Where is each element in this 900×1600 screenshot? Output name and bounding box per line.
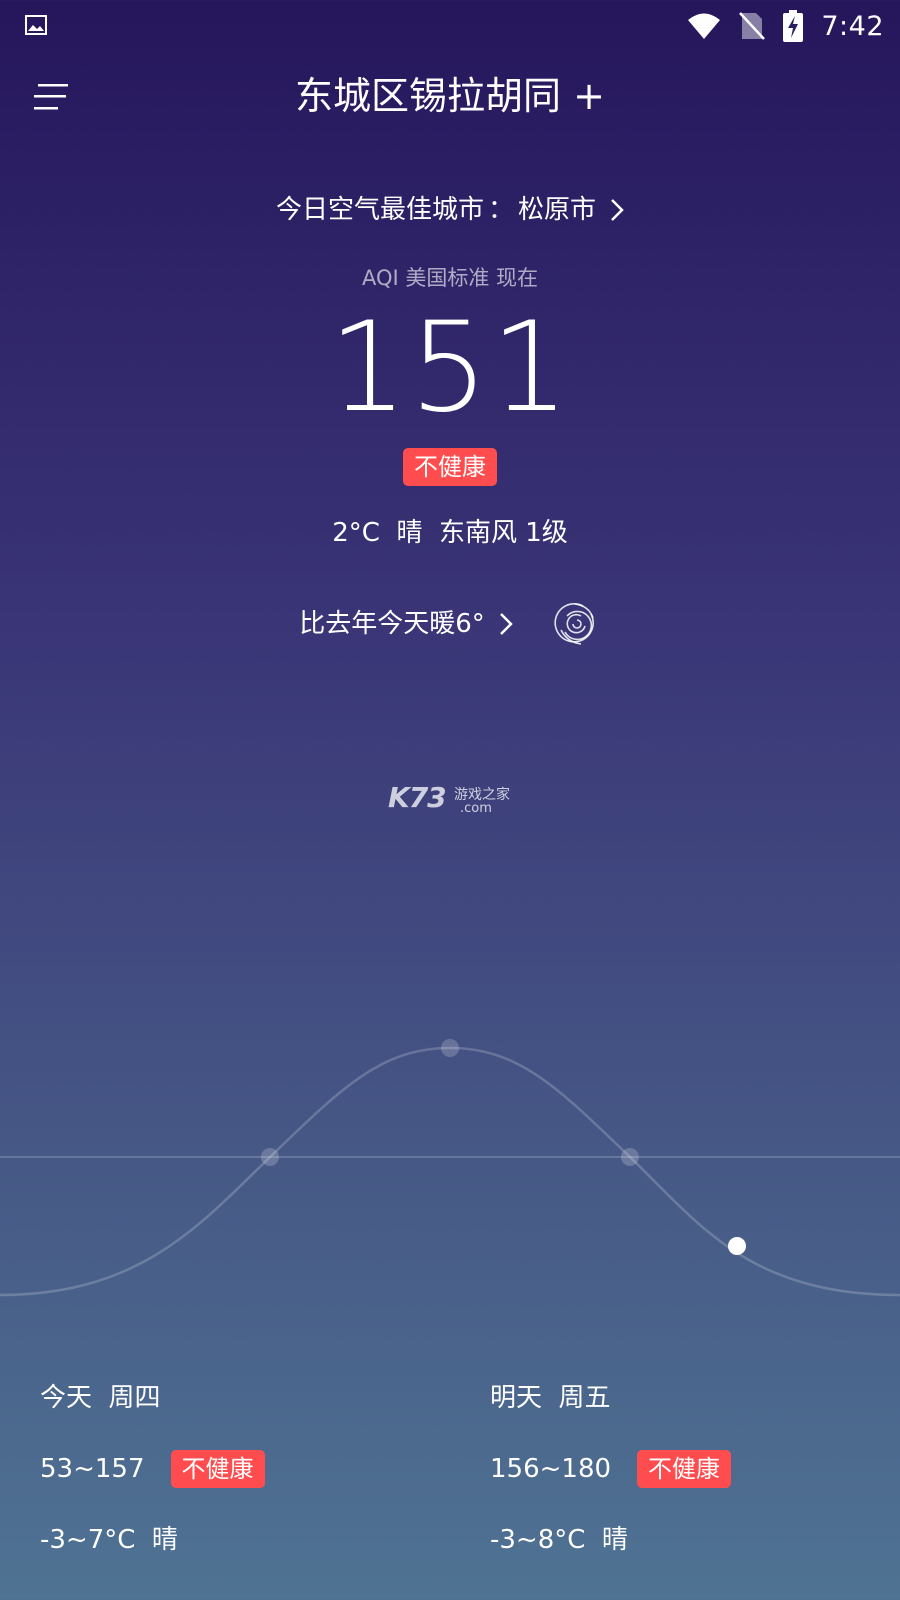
best-city-link[interactable]: 今日空气最佳城市 ： 松原市	[0, 190, 900, 230]
forecast-day: 明天 周五	[490, 1383, 611, 1413]
aqi-label: AQI 美国标准 现在	[361, 266, 539, 290]
location-title[interactable]: 东城区锡拉胡同 +	[150, 68, 750, 124]
best-city-name: 松原市	[518, 195, 597, 225]
best-city-separator: ：	[487, 195, 514, 225]
chevron-right-icon	[611, 199, 624, 221]
current-weather: 2°C 晴 东南风 1级	[332, 518, 568, 548]
forecast-aqi-range: 53~157	[40, 1454, 145, 1484]
menu-button[interactable]	[30, 78, 74, 118]
aqi-trend-curve	[0, 1039, 900, 1297]
forecast-weather: -3~7°C 晴	[40, 1525, 178, 1555]
forecast-weather: -3~8°C 晴	[490, 1525, 628, 1555]
trend-point	[261, 1148, 279, 1166]
aqi-value: 151	[328, 296, 572, 440]
wifi-icon	[688, 13, 721, 39]
watermark-logo-text: K73	[388, 781, 447, 814]
status-icons: 7:42	[687, 0, 884, 52]
aqi-level-badge: 不健康	[403, 448, 497, 486]
status-bar: 7:42	[0, 0, 900, 52]
trend-point	[621, 1148, 639, 1166]
compare-text: 比去年今天暖6°	[299, 609, 485, 639]
forecast-tomorrow: 明天 周五 156~180 不健康 -3~8°C 晴	[490, 1378, 900, 1560]
forecast-level-badge: 不健康	[170, 1450, 265, 1488]
forecast-day: 今天 周四	[40, 1383, 161, 1413]
watermark-domain: .com	[460, 801, 492, 816]
forecast-today: 今天 周四 53~157 不健康 -3~7°C 晴	[40, 1378, 460, 1560]
status-time: 7:42	[821, 10, 884, 42]
trend-point-current	[728, 1237, 746, 1255]
compare-row: 比去年今天暖6°	[0, 600, 900, 648]
chevron-right-icon	[499, 613, 513, 635]
best-city-label: 今日空气最佳城市	[275, 195, 484, 225]
no-sim-icon	[739, 12, 766, 40]
swirl-icon[interactable]	[553, 600, 601, 648]
forecast-aqi-range: 156~180	[490, 1454, 612, 1484]
trend-point	[441, 1039, 459, 1057]
battery-charging-icon	[783, 10, 804, 42]
menu-icon	[34, 84, 68, 110]
image-icon	[25, 15, 47, 35]
trend-line	[0, 1046, 900, 1297]
watermark-logo: K73 游戏之家 .com	[388, 781, 518, 821]
forecast-level-badge: 不健康	[637, 1450, 732, 1488]
compare-link[interactable]: 比去年今天暖6°	[299, 602, 513, 646]
